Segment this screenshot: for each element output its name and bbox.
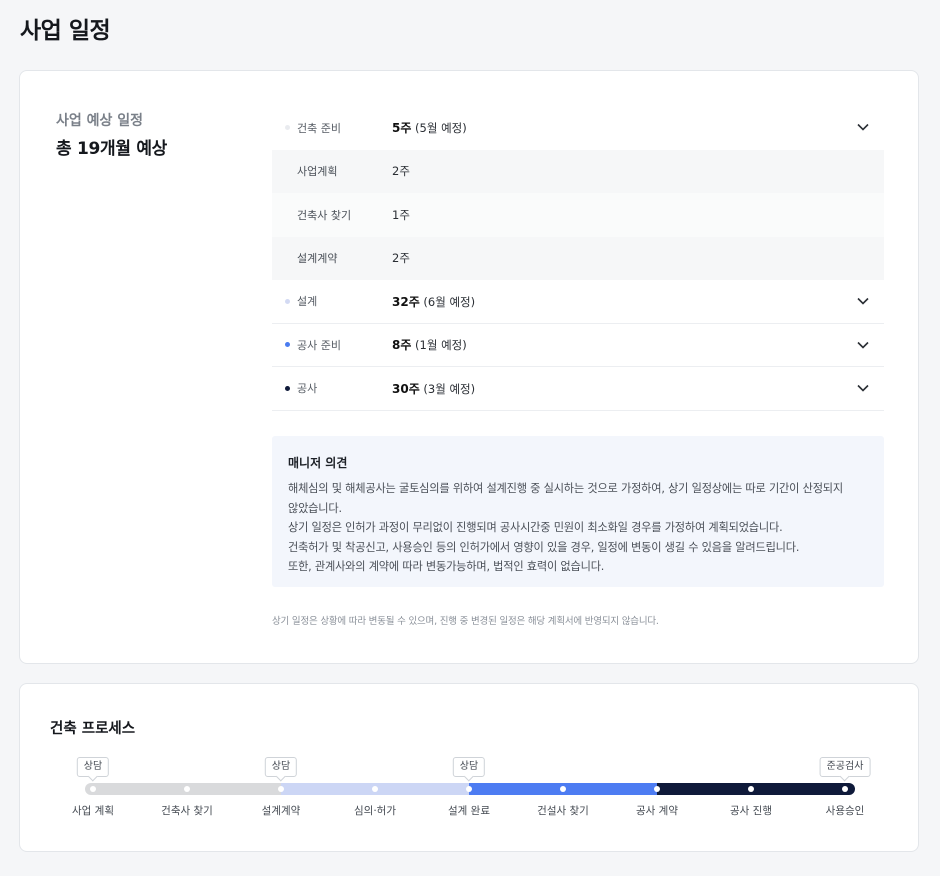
manager-opinion-box: 매니저 의견 해체심의 및 해체공사는 굴토심의를 위하여 설계진행 중 실시하… bbox=[272, 436, 884, 587]
subphase-row: 설계계약 2주 bbox=[272, 236, 884, 280]
timeline-node bbox=[748, 786, 754, 792]
manager-opinion-title: 매니저 의견 bbox=[288, 456, 348, 470]
phase-row-building-prep[interactable]: 건축 준비 5주 (5월 예정) bbox=[272, 106, 884, 150]
schedule-footnote: 상기 일정은 상황에 따라 변동될 수 있으며, 진행 중 변경된 일정은 해당… bbox=[272, 616, 659, 627]
process-step-label: 심의·허가 bbox=[354, 805, 396, 817]
subphase-duration: 1주 bbox=[392, 207, 410, 222]
process-step-label: 건설사 찾기 bbox=[537, 805, 589, 817]
process-step-label: 설계계약 bbox=[261, 805, 301, 817]
timeline-node bbox=[466, 786, 472, 792]
phase-dot bbox=[285, 385, 290, 391]
subphase-row: 건축사 찾기 1주 bbox=[272, 193, 884, 237]
timeline-node bbox=[842, 786, 848, 792]
subphase-row: 사업계획 2주 bbox=[272, 149, 884, 193]
phase-row-construction[interactable]: 공사 30주 (3월 예정) bbox=[272, 367, 884, 411]
timeline-node bbox=[560, 786, 566, 792]
subphase-duration: 2주 bbox=[392, 251, 410, 266]
process-step-label: 건축사 찾기 bbox=[161, 805, 213, 817]
phase-dot bbox=[285, 342, 290, 348]
subphase-duration: 2주 bbox=[392, 164, 410, 179]
process-tag: 준공검사 bbox=[819, 757, 871, 777]
timeline-segment bbox=[85, 783, 281, 795]
process-card: 건축 프로세스 사업 계획 건축사 찾기 설계계약 심의·허가 설계 완료 건설사 찾기 공… bbox=[19, 683, 919, 852]
chevron-down-icon[interactable] bbox=[856, 338, 870, 352]
subphase-label: 건축사 찾기 bbox=[297, 208, 352, 222]
process-step-label: 공사 진행 bbox=[730, 805, 772, 817]
process-tag: 상담 bbox=[264, 757, 298, 777]
phase-row-design[interactable]: 설계 32주 (6월 예정) bbox=[272, 280, 884, 324]
phase-duration: 30주 (3월 예정) bbox=[392, 381, 476, 396]
process-tag: 상담 bbox=[76, 757, 110, 777]
phase-label: 공사 bbox=[297, 382, 318, 396]
process-title: 건축 프로세스 bbox=[50, 721, 136, 737]
phase-duration: 5주 (5월 예정) bbox=[392, 121, 467, 136]
process-tag: 상담 bbox=[452, 757, 486, 777]
timeline-node bbox=[184, 786, 190, 792]
timeline-node bbox=[90, 786, 96, 792]
schedule-summary-subtitle: 사업 예상 일정 bbox=[56, 113, 144, 129]
timeline-node bbox=[372, 786, 378, 792]
phase-duration: 8주 (1월 예정) bbox=[392, 338, 467, 353]
process-timeline bbox=[85, 783, 855, 795]
subphase-label: 설계계약 bbox=[297, 252, 338, 266]
phase-duration: 32주 (6월 예정) bbox=[392, 294, 476, 309]
process-step-label: 사업 계획 bbox=[72, 805, 114, 817]
schedule-list: 건축 준비 5주 (5월 예정) 사업계획 2주 건축사 찾기 1주 설계계약 … bbox=[272, 106, 884, 411]
process-step-label: 설계 완료 bbox=[448, 805, 490, 817]
schedule-summary-total: 총 19개월 예상 bbox=[56, 139, 167, 159]
chevron-down-icon[interactable] bbox=[856, 120, 870, 134]
timeline-node bbox=[278, 786, 284, 792]
page-title: 사업 일정 bbox=[20, 18, 111, 44]
phase-dot bbox=[285, 125, 290, 131]
phase-dot bbox=[285, 298, 290, 304]
timeline-segment bbox=[657, 783, 855, 795]
chevron-down-icon[interactable] bbox=[856, 294, 870, 308]
phase-label: 건축 준비 bbox=[297, 121, 341, 135]
timeline-node bbox=[654, 786, 660, 792]
chevron-down-icon[interactable] bbox=[856, 381, 870, 395]
phase-label: 설계 bbox=[297, 295, 318, 309]
subphase-label: 사업계획 bbox=[297, 165, 338, 179]
process-step-label: 사용승인 bbox=[825, 805, 865, 817]
manager-opinion-text: 해체심의 및 해체공사는 굴토심의를 위하여 설계진행 중 실시하는 것으로 가… bbox=[288, 482, 843, 573]
phase-row-construction-prep[interactable]: 공사 준비 8주 (1월 예정) bbox=[272, 324, 884, 367]
schedule-card: 사업 예상 일정 총 19개월 예상 건축 준비 5주 (5월 예정) 사업계획… bbox=[19, 70, 919, 664]
phase-label: 공사 준비 bbox=[297, 338, 341, 352]
process-step-label: 공사 계약 bbox=[636, 805, 678, 817]
